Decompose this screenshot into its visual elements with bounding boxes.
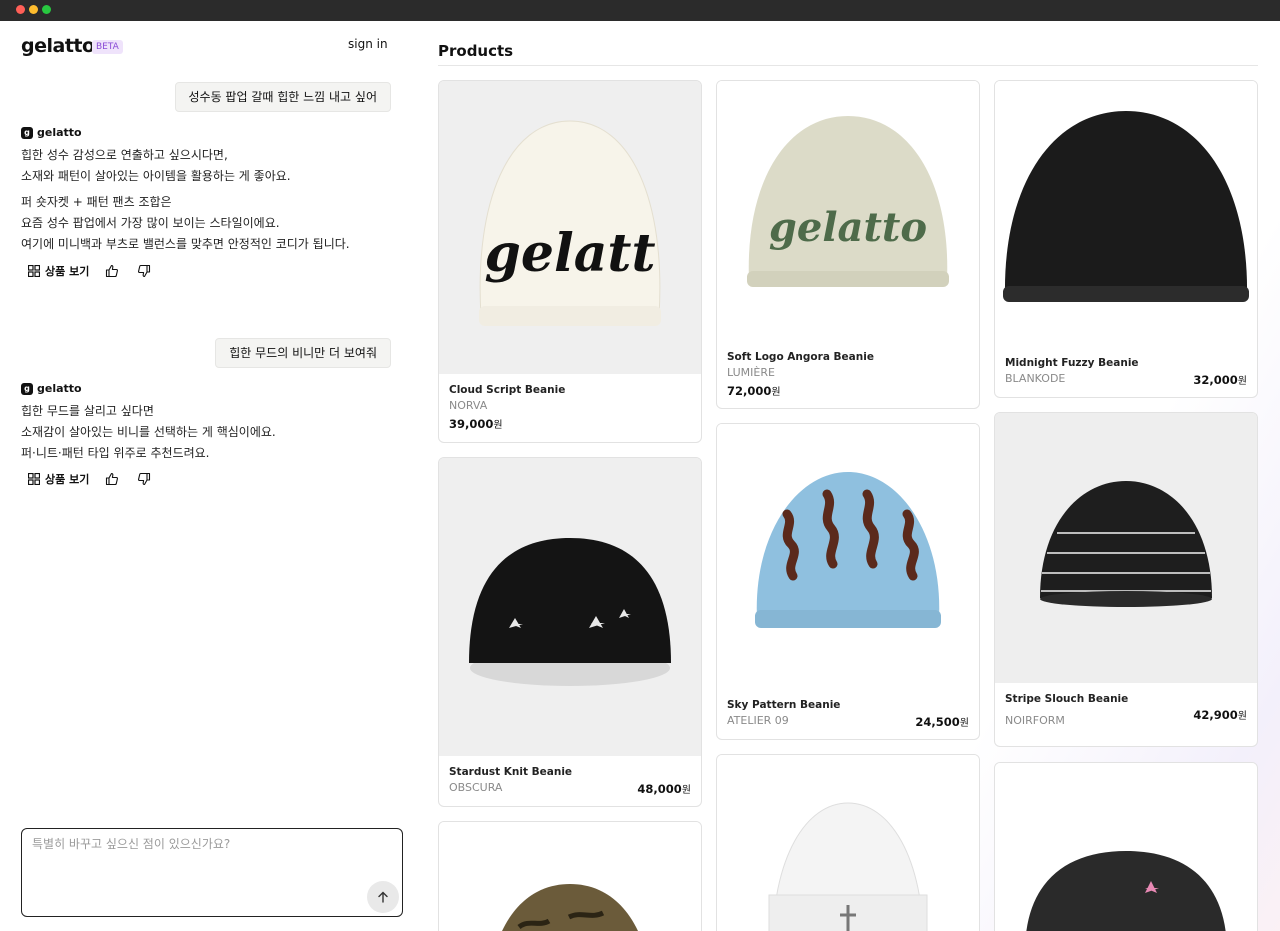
product-card[interactable]: Stardust Knit Beanie OBSCURA 48,000원 [438,457,702,807]
message-actions: 상품 보기 [28,262,153,280]
beanie-image [1026,851,1226,931]
product-card[interactable]: Midnight Fuzzy Beanie BLANKODE 32,000원 [994,80,1258,398]
product-image: gelatt [439,81,701,374]
product-price: 42,900원 [1193,708,1247,722]
bot-message-line: 소재와 패턴이 살아있는 아이템을 활용하는 게 좋아요. [21,169,291,183]
sign-in-link[interactable]: sign in [348,37,388,51]
app-logo[interactable]: gelatto [21,35,95,57]
bot-label: g gelatto [21,382,82,395]
product-brand: BLANKODE [1005,372,1066,385]
product-brand: OBSCURA [449,781,503,794]
products-panel: Products gelatt Cloud Script Beanie NORV… [418,21,1280,931]
grid-icon [28,473,40,485]
product-image: gelatto [717,81,979,343]
chat-composer [21,828,403,917]
product-brand: NOIRFORM [1005,714,1065,727]
product-price: 72,000원 [727,384,781,398]
beanie-image [717,424,979,689]
view-products-label: 상품 보기 [45,473,90,486]
product-image [717,755,979,931]
product-brand: ATELIER 09 [727,714,789,727]
product-image [995,81,1257,347]
beanie-logo-text: gelatto [769,204,927,251]
product-card[interactable] [716,754,980,931]
thumbs-down-icon[interactable] [135,262,153,280]
window-titlebar [0,0,1280,21]
product-image [717,424,979,689]
bot-message-line: 요즘 성수 팝업에서 가장 많이 보이는 스타일이에요. [21,216,280,230]
gelatto-icon: g [21,382,33,395]
beanie-image: gelatto [717,81,979,343]
product-card[interactable] [438,821,702,931]
bot-name: gelatto [37,382,82,395]
product-name: Cloud Script Beanie [449,384,566,396]
message-actions: 상품 보기 [28,470,153,488]
user-message: 성수동 팝업 갈때 힙한 느낌 내고 싶어 [174,82,391,112]
product-card[interactable]: Sky Pattern Beanie ATELIER 09 24,500원 [716,423,980,740]
product-name: Stripe Slouch Beanie [1005,693,1129,705]
bot-message-line: 퍼 숏자켓 + 패턴 팬츠 조합은 [21,195,172,209]
user-message: 힙한 무드의 비니만 더 보여줘 [215,338,391,368]
beta-badge: BETA [92,40,123,54]
divider [438,65,1258,66]
product-name: Soft Logo Angora Beanie [727,351,874,363]
bot-name: gelatto [37,126,82,139]
bot-message-line: 여기에 미니백과 부츠로 밸런스를 맞추면 안정적인 코디가 됩니다. [21,237,350,251]
beanie-logo-text: gelatt [485,223,656,284]
bot-message-line: 퍼·니트·패턴 타입 위주로 추천드려요. [21,446,210,460]
product-price: 39,000원 [449,417,503,431]
bot-message-line: 힙한 성수 감성으로 연출하고 싶으시다면, [21,148,228,162]
product-card[interactable]: gelatto Soft Logo Angora Beanie LUMIÈRE … [716,80,980,409]
products-title: Products [438,42,514,60]
thumbs-up-icon[interactable] [103,262,121,280]
grid-icon [28,265,40,277]
chat-panel: gelatto BETA sign in 성수동 팝업 갈때 힙한 느낌 내고 … [0,21,418,931]
gelatto-icon: g [21,126,33,139]
product-card[interactable] [994,762,1258,931]
bot-message-line: 힙한 무드를 살리고 싶다면 [21,404,154,418]
product-price: 24,500원 [915,715,969,729]
beanie-image [995,413,1257,683]
minimize-window-button[interactable] [29,5,38,14]
product-image [995,763,1257,931]
product-brand: NORVA [449,399,488,412]
view-products-button[interactable]: 상품 보기 [28,263,89,279]
arrow-up-icon [378,891,388,903]
product-price: 48,000원 [637,782,691,796]
product-image [439,822,701,931]
beanie-image [995,81,1257,347]
beanie-image [439,458,701,756]
product-card[interactable]: Stripe Slouch Beanie NOIRFORM 42,900원 [994,412,1258,747]
view-products-label: 상품 보기 [45,265,90,278]
thumbs-down-icon[interactable] [135,470,153,488]
product-price: 32,000원 [1193,373,1247,387]
product-brand: LUMIÈRE [727,366,775,379]
product-name: Stardust Knit Beanie [449,766,573,778]
send-button[interactable] [367,881,399,913]
chat-input[interactable] [32,835,382,875]
thumbs-up-icon[interactable] [103,470,121,488]
product-image [439,458,701,756]
product-card[interactable]: gelatt Cloud Script Beanie NORVA 39,000원 [438,80,702,443]
bot-label: g gelatto [21,126,82,139]
product-name: Sky Pattern Beanie [727,699,841,711]
beanie-image: gelatt [439,81,701,374]
product-image [995,413,1257,683]
beanie-image [502,884,638,931]
bot-message-line: 소재감이 살아있는 비니를 선택하는 게 핵심이에요. [21,425,276,439]
product-name: Midnight Fuzzy Beanie [1005,357,1139,369]
beanie-image [768,802,928,931]
view-products-button[interactable]: 상품 보기 [28,471,89,487]
close-window-button[interactable] [16,5,25,14]
maximize-window-button[interactable] [42,5,51,14]
